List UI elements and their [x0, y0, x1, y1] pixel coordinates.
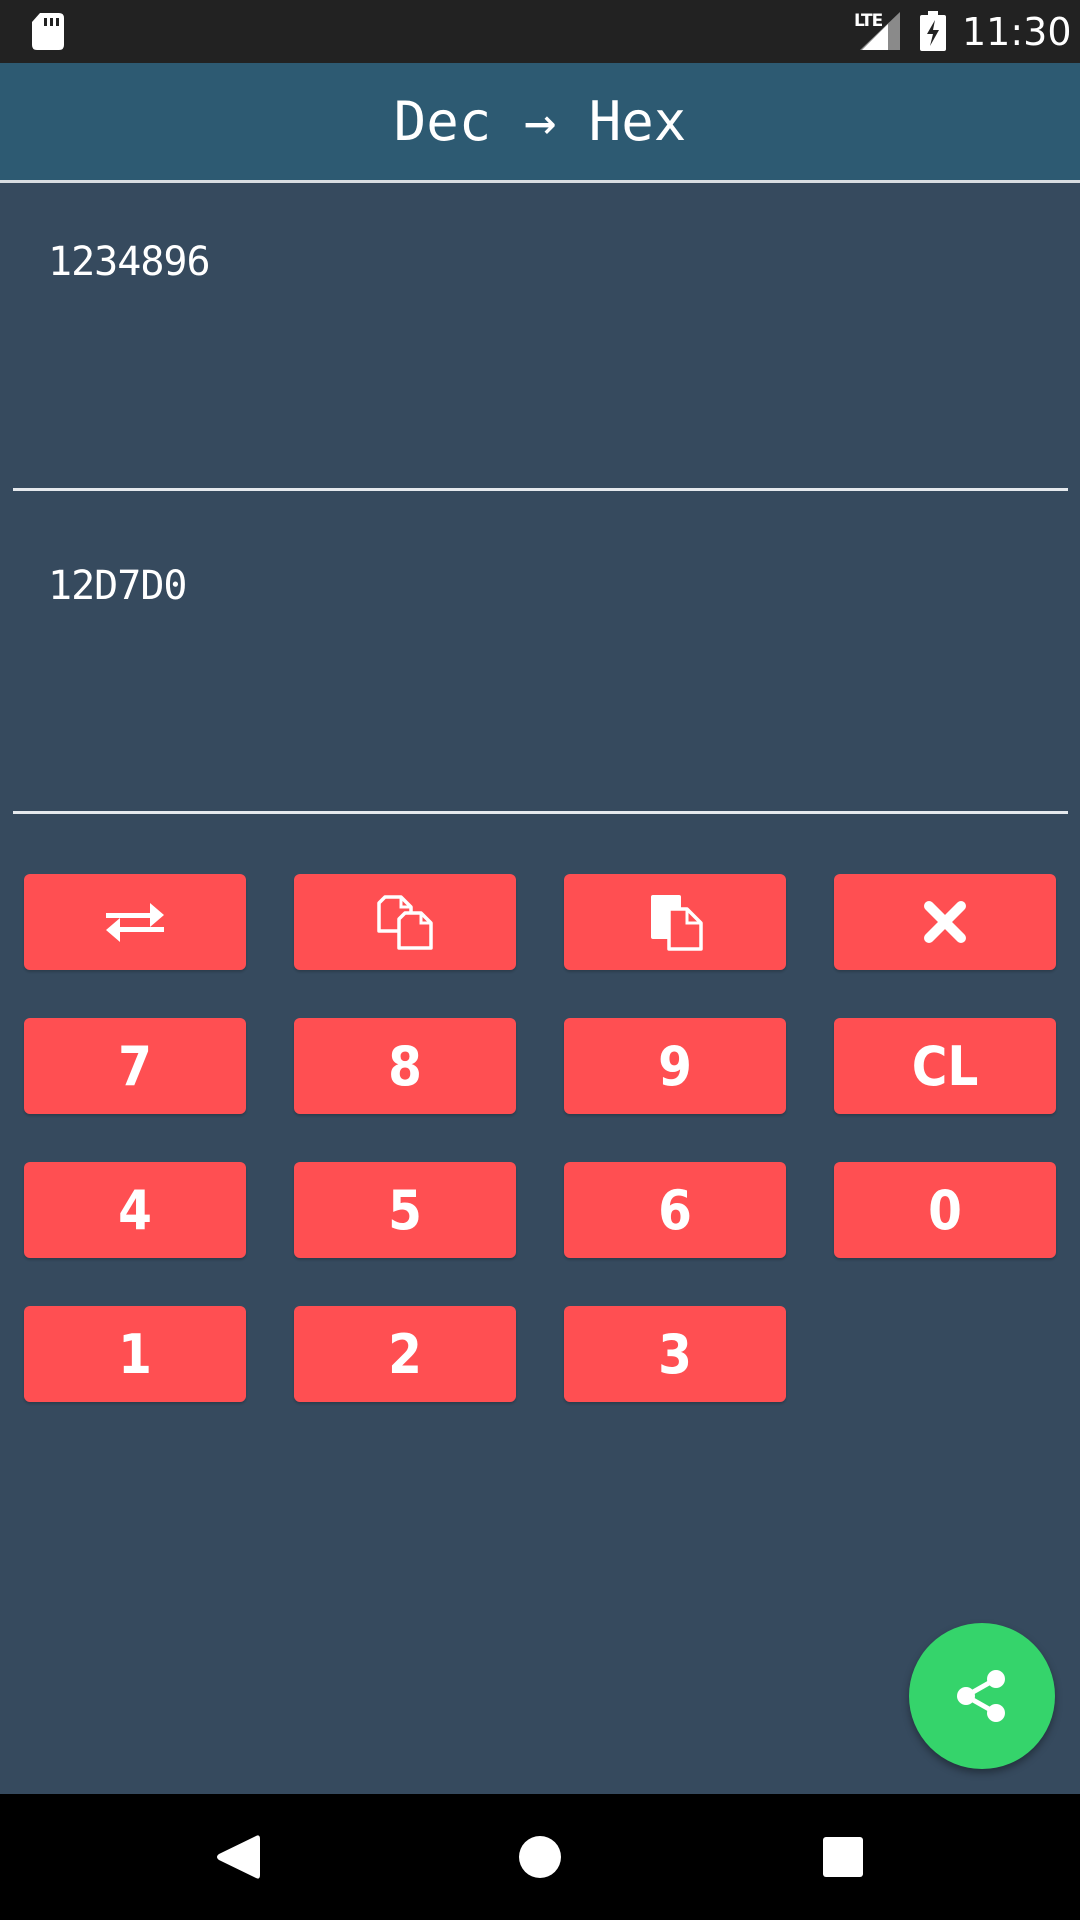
app-bar: Dec → Hex [0, 63, 1080, 183]
decimal-input-value: 1234896 [48, 239, 211, 285]
key-9[interactable]: 9 [564, 1018, 786, 1114]
share-button[interactable] [909, 1623, 1055, 1769]
paste-button[interactable] [564, 874, 786, 970]
hex-output-field[interactable]: 12D7D0 [13, 491, 1068, 814]
copy-icon [377, 895, 433, 950]
back-button[interactable] [204, 1824, 270, 1890]
delete-button[interactable] [834, 874, 1056, 970]
recents-button[interactable] [810, 1824, 876, 1890]
sd-card-icon [32, 13, 64, 50]
recents-icon [823, 1837, 863, 1877]
key-0[interactable]: 0 [834, 1162, 1056, 1258]
hex-output-value: 12D7D0 [48, 563, 187, 609]
decimal-input-field[interactable]: 1234896 [13, 183, 1068, 491]
battery-charging-icon [920, 11, 946, 51]
swap-button[interactable] [24, 874, 246, 970]
key-6[interactable]: 6 [564, 1162, 786, 1258]
paste-icon [651, 895, 703, 951]
page-title: Dec → Hex [393, 90, 687, 153]
share-icon [957, 1670, 1005, 1722]
back-icon [217, 1835, 260, 1879]
key-2[interactable]: 2 [294, 1306, 516, 1402]
close-icon [924, 901, 966, 943]
swap-arrows-icon [106, 903, 164, 942]
key-4[interactable]: 4 [24, 1162, 246, 1258]
home-button[interactable] [507, 1824, 573, 1890]
key-1[interactable]: 1 [24, 1306, 246, 1402]
key-3[interactable]: 3 [564, 1306, 786, 1402]
navigation-bar [0, 1794, 1080, 1920]
key-5[interactable]: 5 [294, 1162, 516, 1258]
key-8[interactable]: 8 [294, 1018, 516, 1114]
copy-button[interactable] [294, 874, 516, 970]
clear-button[interactable]: CL [834, 1018, 1056, 1114]
signal-icon [860, 12, 900, 50]
status-bar: LTE 11:30 [0, 0, 1080, 63]
home-icon [519, 1836, 561, 1878]
key-7[interactable]: 7 [24, 1018, 246, 1114]
clock: 11:30 [962, 10, 1072, 54]
